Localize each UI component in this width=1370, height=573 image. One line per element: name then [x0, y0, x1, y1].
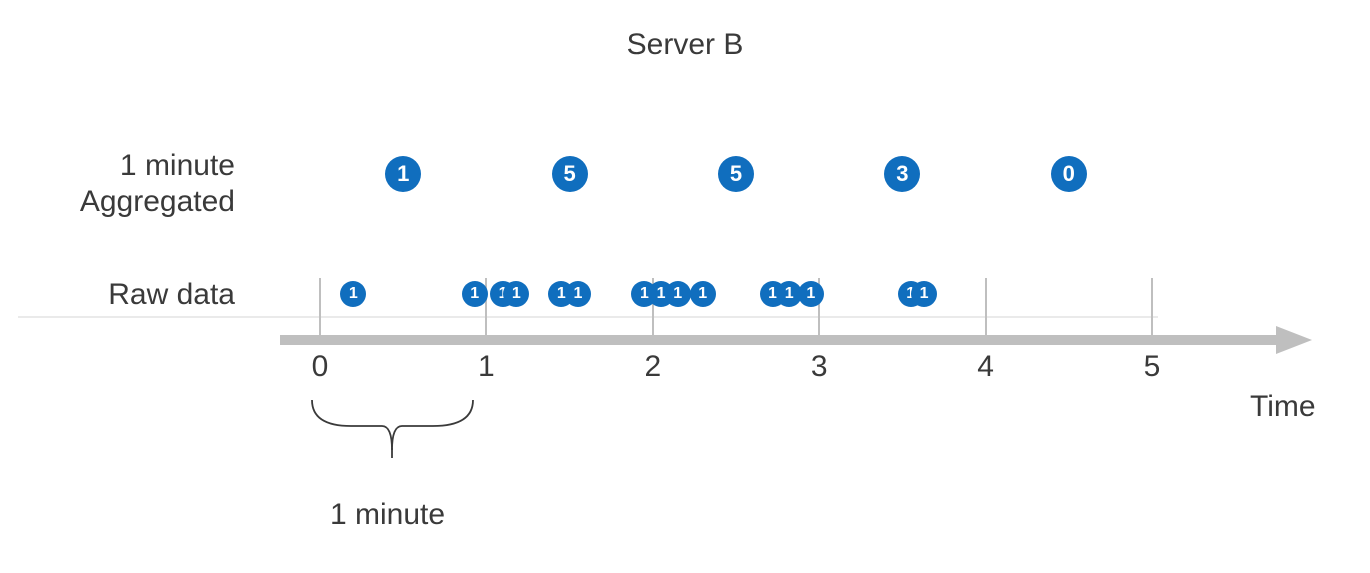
aggregated-dot: 3 [884, 156, 920, 192]
tick [1151, 278, 1153, 340]
axis-arrow-icon [1276, 326, 1312, 354]
tick-label: 5 [1144, 350, 1161, 384]
raw-dot: 1 [665, 281, 691, 307]
tick-label: 3 [811, 350, 828, 384]
row-label-raw: Raw data [0, 278, 235, 312]
raw-dot: 1 [798, 281, 824, 307]
raw-dot: 1 [690, 281, 716, 307]
row-label-aggregated: 1 minuteAggregated [0, 148, 235, 220]
raw-dot: 1 [565, 281, 591, 307]
time-axis [280, 335, 1280, 345]
aggregated-dot: 0 [1051, 156, 1087, 192]
raw-dot: 1 [911, 281, 937, 307]
x-axis-label: Time [1250, 390, 1316, 424]
tick-label: 1 [478, 350, 495, 384]
aggregated-dot: 5 [552, 156, 588, 192]
tick-label: 0 [312, 350, 329, 384]
chart-title: Server B [0, 28, 1370, 62]
aggregated-dot: 5 [718, 156, 754, 192]
guide-line [18, 316, 1158, 318]
bracket-icon [310, 398, 475, 458]
tick-label: 2 [644, 350, 661, 384]
bracket-label: 1 minute [330, 498, 445, 532]
tick [985, 278, 987, 340]
raw-dot: 1 [462, 281, 488, 307]
raw-dot: 1 [503, 281, 529, 307]
tick-label: 4 [977, 350, 994, 384]
aggregated-dot: 1 [385, 156, 421, 192]
tick [319, 278, 321, 340]
raw-dot: 1 [340, 281, 366, 307]
